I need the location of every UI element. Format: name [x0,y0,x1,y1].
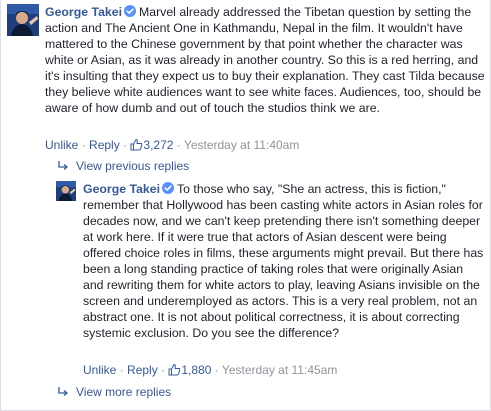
comment-1-body: George Takei Marvel already addressed the… [45,4,485,116]
thumbs-up-icon [168,364,181,376]
comment-text: Marvel already addressed the Tibetan que… [45,5,485,115]
reply-arrow-icon [58,161,68,170]
view-previous-replies-link[interactable]: View previous replies [57,158,189,174]
unlike-link[interactable]: Unlike [45,138,78,152]
like-count[interactable]: 3,272 [130,138,176,152]
separator: · [176,138,181,152]
view-more-replies-link[interactable]: View more replies [57,384,171,400]
like-count[interactable]: 1,880 [168,363,214,377]
verified-badge-icon [162,182,174,194]
like-count-value: 1,880 [181,363,212,377]
avatar[interactable] [56,181,76,201]
reply-link[interactable]: Reply [127,363,158,377]
comment-author-link[interactable]: George Takei [83,182,160,196]
comment-2-body: George Takei To those who say, "She an ac… [83,181,485,341]
separator: · [214,363,219,377]
reply-arrow-icon [58,387,68,396]
comment-1-actions: Unlike · Reply · 3,272 · Yesterday at 11… [45,137,299,153]
view-more-replies-label: View more replies [76,385,172,399]
separator: · [119,363,124,377]
unlike-link[interactable]: Unlike [83,363,116,377]
comment-author-link[interactable]: George Takei [45,5,122,19]
separator: · [161,363,166,377]
separator: · [123,138,128,152]
separator: · [81,138,86,152]
comment-thread: George Takei Marvel already addressed the… [0,0,491,411]
view-previous-replies-label: View previous replies [76,159,190,173]
comment-text: To those who say, "She an actress, this … [83,182,484,340]
avatar[interactable] [7,4,39,36]
like-count-value: 3,272 [143,138,174,152]
comment-2-actions: Unlike · Reply · 1,880 · Yesterday at 11… [83,362,337,378]
thumbs-up-icon [130,139,143,151]
comment-timestamp[interactable]: Yesterday at 11:45am [222,363,337,377]
reply-link[interactable]: Reply [89,138,120,152]
comment-timestamp[interactable]: Yesterday at 11:40am [184,138,299,152]
verified-badge-icon [124,5,136,17]
